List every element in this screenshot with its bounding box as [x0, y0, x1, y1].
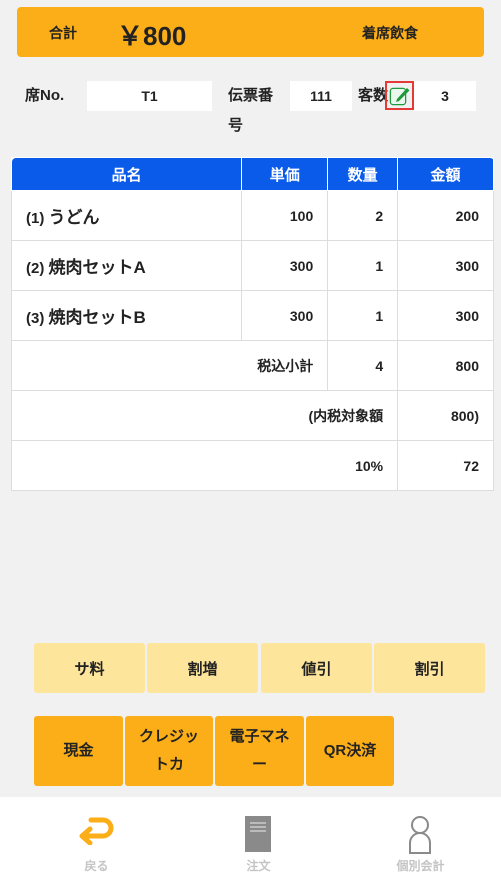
amount-discount-button[interactable]: 値引 [261, 643, 372, 693]
service-charge-button[interactable]: サ料 [34, 643, 145, 693]
guests-label: 客数 [358, 87, 389, 104]
surcharge-button[interactable]: 割増 [147, 643, 258, 693]
tax-amount: 72 [397, 440, 494, 491]
subtotal-qty: 4 [327, 340, 399, 391]
item-amount: 200 [397, 190, 494, 241]
item-price: 100 [241, 190, 329, 241]
dining-mode: 着席飲食 [362, 25, 418, 41]
col-header-price: 単価 [241, 157, 329, 191]
nav-split-bill[interactable]: 個別会計 [337, 797, 501, 892]
seat-field[interactable]: T1 [87, 81, 212, 111]
tax-rate: 10% [10, 440, 399, 491]
cash-button[interactable]: 現金 [34, 716, 123, 786]
slip-label-cont: 号 [228, 117, 244, 134]
item-qty: 1 [327, 290, 399, 341]
item-name-cell: (1) うどん [10, 190, 243, 241]
order-table: 品名 単価 数量 金額 (1) うどん 100 2 200 (2) 焼肉セットA… [10, 157, 494, 491]
percent-discount-button[interactable]: 割引 [374, 643, 485, 693]
e-money-button[interactable]: 電子マネー [215, 716, 304, 786]
table-row[interactable]: (1) うどん 100 2 200 [10, 190, 494, 241]
col-header-name: 品名 [10, 157, 243, 191]
taxable-amount: 800) [397, 390, 494, 441]
taxable-label: (内税対象額 [10, 390, 399, 441]
document-icon [245, 816, 271, 852]
item-name-cell: (2) 焼肉セットA [10, 240, 243, 291]
nav-back-label: 戻る [84, 859, 109, 873]
item-price: 300 [241, 290, 329, 341]
subtotal-amount: 800 [397, 340, 494, 391]
guests-field[interactable]: 3 [414, 81, 476, 111]
nav-split-bill-label: 個別会計 [396, 859, 445, 873]
person-icon [409, 816, 431, 854]
tax-row: 10% 72 [10, 440, 494, 491]
item-no: (1) [26, 210, 45, 227]
item-amount: 300 [397, 290, 494, 341]
slip-label: 伝票番 [228, 87, 274, 104]
item-no: (3) [26, 310, 45, 327]
return-arrow-icon [79, 817, 114, 845]
taxable-row: (内税対象額 800) [10, 390, 494, 441]
item-price: 300 [241, 240, 329, 291]
item-amount: 300 [397, 240, 494, 291]
col-header-amount: 金額 [397, 157, 494, 191]
item-name: 焼肉セットB [48, 308, 146, 327]
total-bar: 合計 ￥800 着席飲食 [17, 7, 484, 57]
nav-order[interactable]: 注文 [175, 797, 342, 892]
table-row[interactable]: (2) 焼肉セットA 300 1 300 [10, 240, 494, 291]
col-header-qty: 数量 [327, 157, 399, 191]
item-qty: 2 [327, 190, 399, 241]
subtotal-label: 税込小計 [10, 340, 329, 391]
item-no: (2) [26, 260, 45, 277]
seat-label: 席No. [25, 87, 65, 104]
item-name: 焼肉セットA [48, 258, 146, 277]
edit-guests-button[interactable] [385, 81, 414, 110]
slip-field[interactable]: 111 [290, 81, 352, 111]
edit-icon [389, 87, 409, 105]
item-name-cell: (3) 焼肉セットB [10, 290, 243, 341]
table-header-row: 品名 単価 数量 金額 [10, 157, 494, 191]
subtotal-row: 税込小計 4 800 [10, 340, 494, 391]
item-name: うどん [48, 208, 100, 227]
credit-card-button[interactable]: クレジットカ [125, 716, 213, 786]
item-qty: 1 [327, 240, 399, 291]
table-row[interactable]: (3) 焼肉セットB 300 1 300 [10, 290, 494, 341]
total-label: 合計 [49, 25, 77, 41]
qr-payment-button[interactable]: QR決済 [306, 716, 394, 786]
total-amount: ￥800 [117, 21, 187, 51]
bottom-nav: 戻る 注文 個別会計 [0, 797, 501, 892]
nav-back[interactable]: 戻る [13, 797, 180, 892]
nav-order-label: 注文 [246, 859, 271, 873]
